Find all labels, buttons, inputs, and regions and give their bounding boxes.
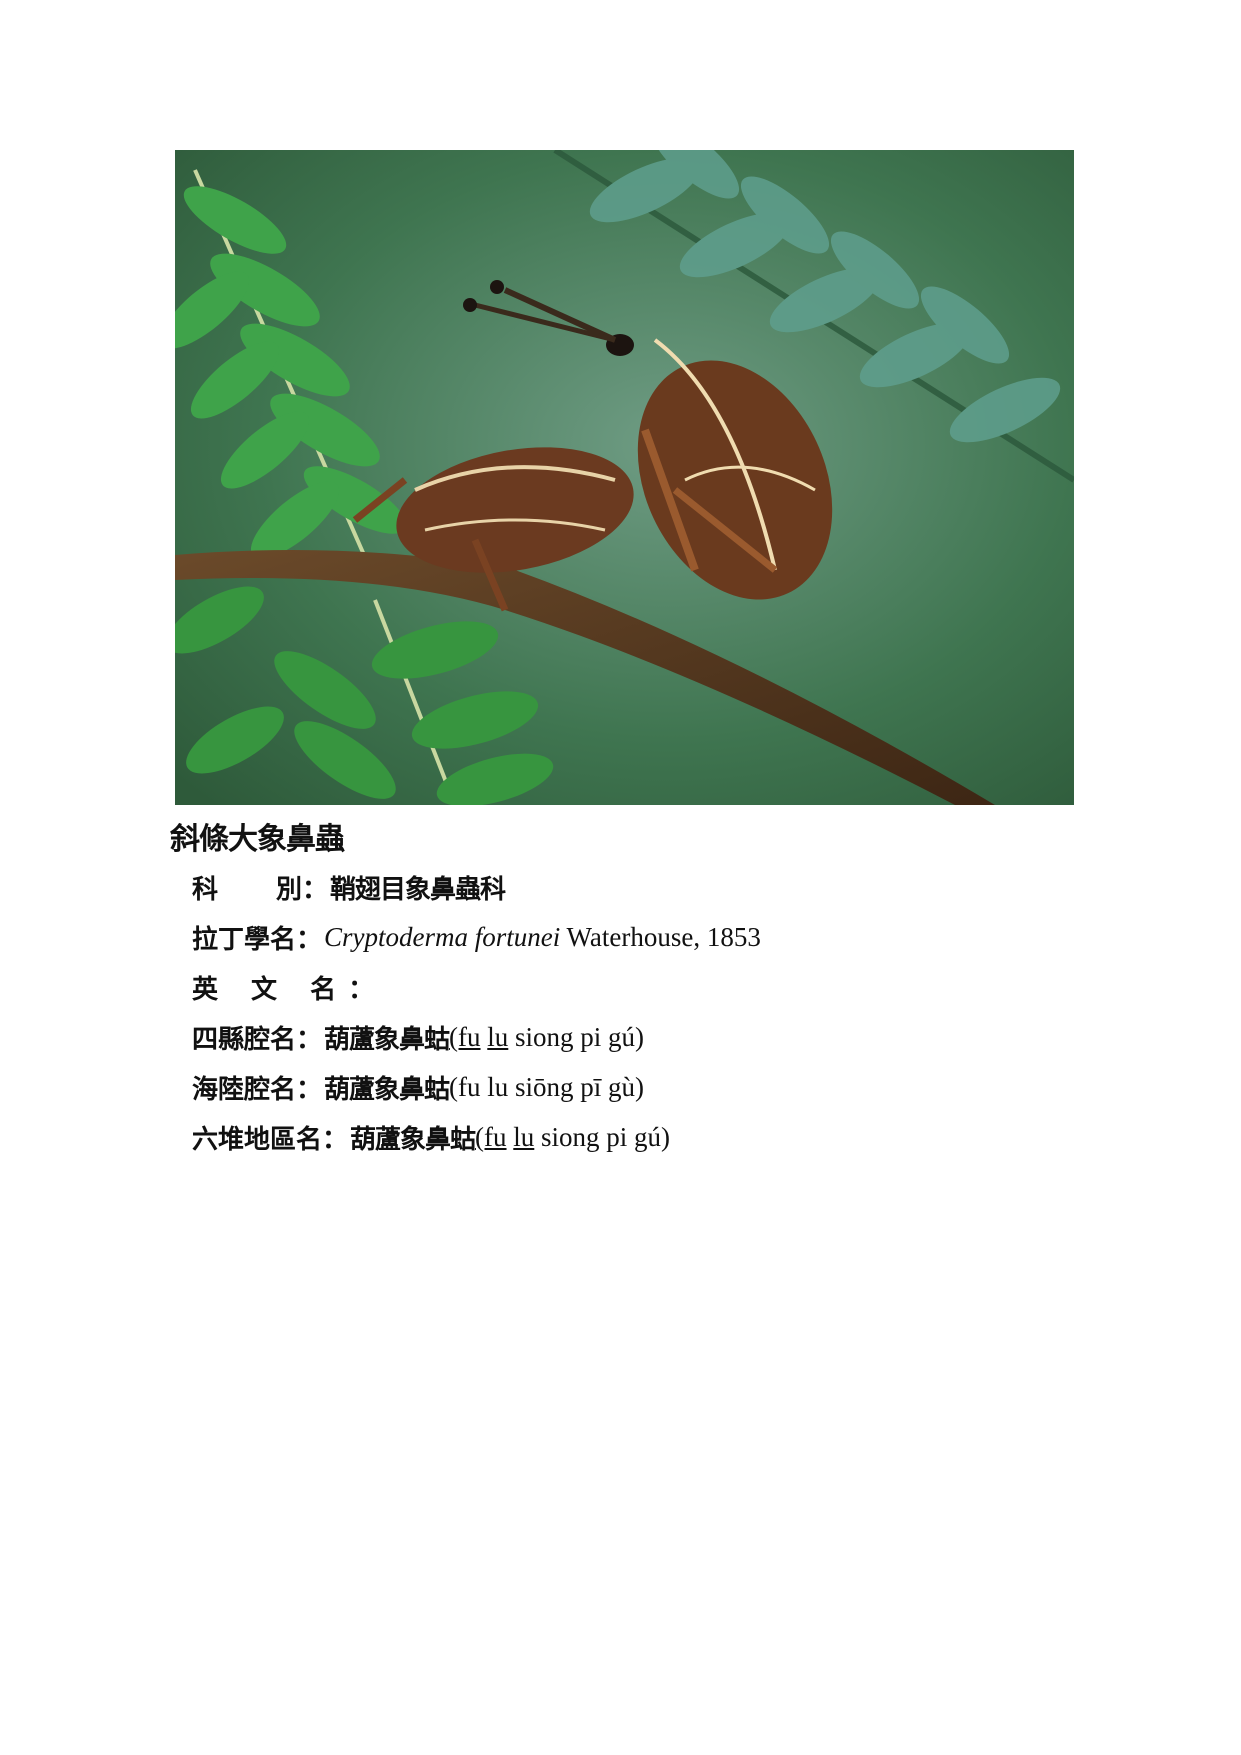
liudui-roman-1: (fu bbox=[475, 1121, 507, 1152]
english-label: 英 文 名 bbox=[192, 974, 349, 1005]
liudui-roman: (fu lu siong pi gú) bbox=[475, 1122, 670, 1153]
english-colon: ： bbox=[348, 974, 375, 1005]
liudui-colon: ： bbox=[322, 1124, 349, 1155]
hailu-roman: (fu lu siōng pī gù) bbox=[449, 1071, 645, 1102]
latin-binomial: Cryptoderma fortunei bbox=[324, 921, 561, 952]
family-label-a: 科 bbox=[192, 874, 219, 905]
hailu-label: 海陸腔名 bbox=[192, 1074, 297, 1105]
english-row: 英 文 名 ： bbox=[192, 962, 761, 1012]
liudui-value: 葫蘆象鼻蛄 bbox=[350, 1124, 476, 1155]
latin-row: 拉丁學名 ： Cryptoderma fortunei Waterhouse, … bbox=[192, 912, 761, 962]
sixian-roman-1: (fu bbox=[449, 1021, 481, 1052]
hailu-row: 海陸腔名 ： 葫蘆象鼻蛄 (fu lu siōng pī gù) bbox=[192, 1062, 761, 1112]
sixian-roman-4: siong pi gú) bbox=[508, 1021, 645, 1052]
sixian-value: 葫蘆象鼻蛄 bbox=[324, 1024, 450, 1055]
hailu-value: 葫蘆象鼻蛄 bbox=[324, 1074, 450, 1105]
latin-author: Waterhouse, 1853 bbox=[560, 921, 761, 952]
sixian-roman: (fu lu siong pi gú) bbox=[449, 1022, 644, 1053]
family-colon: ： bbox=[302, 874, 329, 905]
liudui-label: 六堆地區名 bbox=[192, 1124, 323, 1155]
family-row: 科 別 ： 鞘翅目象鼻蟲科 bbox=[192, 862, 761, 912]
sixian-colon: ： bbox=[296, 1024, 323, 1055]
sixian-row: 四縣腔名 ： 葫蘆象鼻蛄 (fu lu siong pi gú) bbox=[192, 1012, 761, 1062]
family-value: 鞘翅目象鼻蟲科 bbox=[330, 874, 506, 905]
sixian-label: 四縣腔名 bbox=[192, 1024, 297, 1055]
sixian-roman-3: lu bbox=[487, 1021, 509, 1052]
liudui-roman-4: siong pi gú) bbox=[534, 1121, 671, 1152]
latin-colon: ： bbox=[296, 924, 323, 955]
liudui-roman-3: lu bbox=[513, 1121, 535, 1152]
species-title: 斜條大象鼻蟲 bbox=[170, 822, 345, 857]
family-label-b: 別 bbox=[276, 874, 303, 905]
latin-label: 拉丁學名 bbox=[192, 924, 297, 955]
hailu-colon: ： bbox=[296, 1074, 323, 1105]
liudui-row: 六堆地區名 ： 葫蘆象鼻蛄 (fu lu siong pi gú) bbox=[192, 1112, 761, 1162]
species-info: 科 別 ： 鞘翅目象鼻蟲科 拉丁學名 ： Cryptoderma fortune… bbox=[192, 862, 761, 1162]
weevil-photo bbox=[175, 150, 1074, 805]
